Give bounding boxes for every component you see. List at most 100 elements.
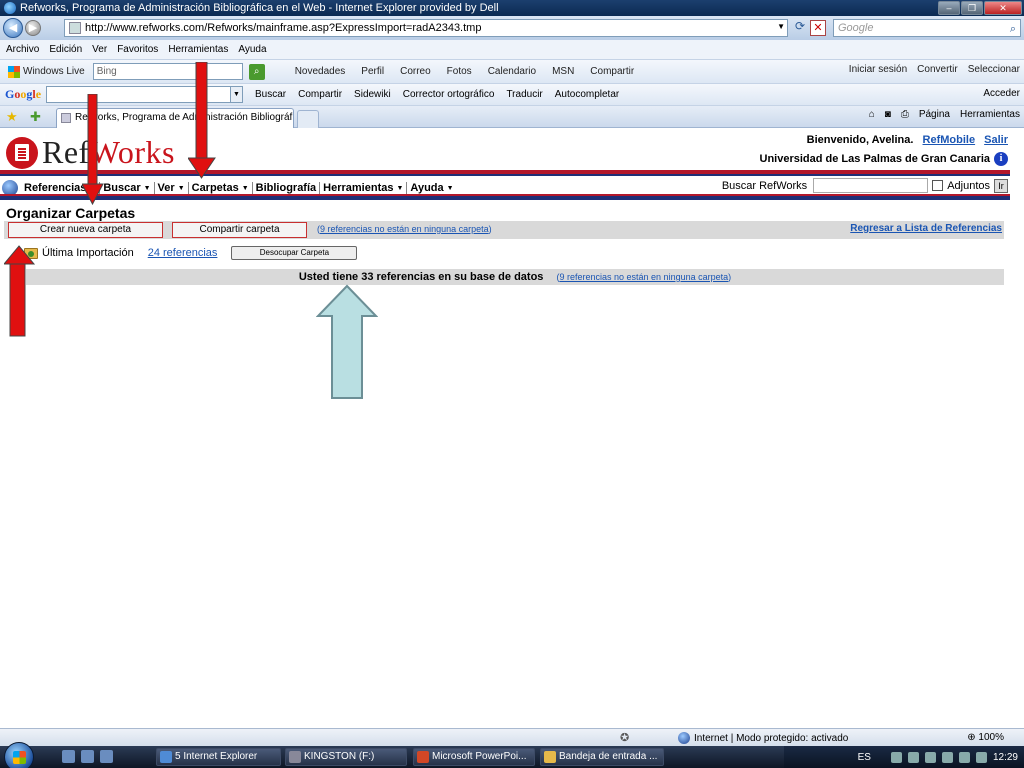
menu-favoritos[interactable]: Favoritos [117, 44, 158, 55]
empty-folder-button[interactable]: Desocupar Carpeta [231, 246, 358, 260]
address-bar[interactable]: http://www.refworks.com/Refworks/mainfra… [64, 19, 788, 37]
address-url: http://www.refworks.com/Refworks/mainfra… [85, 22, 482, 34]
menu-ver[interactable]: Ver [92, 44, 107, 55]
google-compartir[interactable]: Compartir [298, 89, 342, 100]
google-sidewiki[interactable]: Sidewiki [354, 89, 391, 100]
task-powerpoint[interactable]: Microsoft PowerPoi... [413, 748, 535, 766]
add-favorite-icon[interactable]: ✚ [30, 109, 41, 125]
wl-convertir[interactable]: Convertir [917, 64, 958, 75]
create-folder-button[interactable]: Crear nueva carpeta [8, 222, 163, 238]
folder-quicklaunch-icon[interactable] [100, 750, 113, 763]
tray-icon[interactable] [941, 751, 953, 763]
wl-fotos[interactable]: Fotos [447, 66, 472, 77]
cmd-herramientas[interactable]: Herramientas [960, 109, 1020, 120]
google-toolbar: Google ▼ Buscar Compartir Sidewiki Corre… [0, 84, 1024, 106]
menu-edicion[interactable]: Edición [49, 44, 82, 55]
language-indicator[interactable]: ES [858, 752, 871, 763]
refresh-icon[interactable]: ⟳ [790, 19, 810, 37]
bing-search-input[interactable]: Bing [92, 63, 243, 80]
search-icon[interactable]: ⌕ [1010, 21, 1016, 37]
address-row: ◀ ▶ http://www.refworks.com/Refworks/mai… [0, 16, 1024, 40]
window-titlebar: Refworks, Programa de Administración Bib… [0, 0, 1024, 16]
security-zone[interactable]: Internet | Modo protegido: activado [678, 732, 848, 744]
google-dropdown-icon[interactable]: ▼ [231, 86, 244, 103]
nav-carpetas[interactable]: Carpetas ▼ [189, 182, 253, 194]
task-internet-explorer[interactable]: 5 Internet Explorer [156, 748, 281, 766]
tray-icon[interactable] [890, 751, 902, 763]
menu-ayuda[interactable]: Ayuda [238, 44, 266, 55]
folder-count-link[interactable]: 24 referencias [148, 247, 218, 259]
wl-compartir[interactable]: Compartir [590, 66, 634, 77]
menu-archivo[interactable]: Archivo [6, 44, 39, 55]
page-content: RefWorks Bienvenido, Avelina. RefMobile … [0, 62, 1024, 728]
menu-herramientas[interactable]: Herramientas [168, 44, 228, 55]
popup-blocker-icon[interactable]: ✪ [620, 731, 632, 744]
summary-unfiled-link[interactable]: (9 referencias no están en ninguna carpe… [556, 272, 731, 282]
go-button[interactable]: Ir [994, 178, 1008, 193]
google-buscar[interactable]: Buscar [255, 89, 286, 100]
ie-quicklaunch-icon[interactable] [81, 750, 94, 763]
ie-task-icon [160, 751, 172, 763]
feeds-icon[interactable]: ◙ [885, 109, 891, 120]
favorites-star-icon[interactable]: ★ [6, 109, 18, 125]
google-acceder[interactable]: Acceder [983, 88, 1020, 99]
stop-icon[interactable]: ✕ [810, 20, 826, 36]
wl-calendario[interactable]: Calendario [488, 66, 536, 77]
network-icon[interactable] [958, 751, 970, 763]
share-folder-button[interactable]: Compartir carpeta [172, 222, 307, 238]
volume-icon[interactable] [975, 751, 987, 763]
red-arrow-up-create-folder [4, 245, 36, 337]
windows-live-logo[interactable]: Windows Live [8, 65, 85, 78]
nav-herramientas[interactable]: Herramientas ▼ [320, 182, 408, 194]
cmd-pagina[interactable]: Página [919, 109, 950, 120]
logout-link[interactable]: Salir [984, 134, 1008, 146]
blue-arrow-up-summary [316, 284, 378, 399]
google-traducir[interactable]: Traducir [506, 89, 542, 100]
wl-iniciar-sesion[interactable]: Iniciar sesión [849, 64, 907, 75]
clock[interactable]: 12:29 [993, 752, 1018, 763]
attachments-checkbox[interactable] [932, 180, 944, 191]
minimize-button[interactable]: – [938, 1, 960, 15]
nav-buscar[interactable]: Buscar ▼ [100, 182, 155, 194]
maximize-button[interactable]: ❐ [961, 1, 983, 15]
tab-favicon-icon [61, 113, 71, 123]
task-kingston[interactable]: KINGSTON (F:) [285, 748, 407, 766]
home-icon[interactable]: ⌂ [869, 109, 875, 120]
back-to-references-link[interactable]: Regresar a Lista de Referencias [850, 223, 1002, 234]
close-button[interactable]: ✕ [984, 1, 1022, 15]
welcome-text: Bienvenido, Avelina. [806, 134, 914, 146]
wl-correo[interactable]: Correo [400, 66, 431, 77]
show-desktop-icon[interactable] [62, 750, 75, 763]
print-icon[interactable]: ⎙ [901, 109, 909, 120]
unfiled-references-link[interactable]: (9 referencias no están en ninguna carpe… [317, 224, 492, 234]
refmobile-link[interactable]: RefMobile [923, 134, 976, 146]
tray-icon[interactable] [924, 751, 936, 763]
nav-bibliografia[interactable]: Bibliografía [253, 182, 321, 194]
globe-icon[interactable] [2, 180, 18, 196]
google-corrector[interactable]: Corrector ortográfico [403, 89, 495, 100]
new-tab-button[interactable] [297, 110, 319, 128]
wl-novedades[interactable]: Novedades [295, 66, 346, 77]
folder-name[interactable]: Última Importación [42, 247, 134, 259]
browser-search-input[interactable]: Google ⌕ [833, 19, 1021, 37]
tray-icon[interactable] [907, 751, 919, 763]
info-icon[interactable]: i [994, 152, 1008, 166]
forward-button[interactable]: ▶ [25, 20, 41, 36]
windows-live-right: Iniciar sesión Convertir Seleccionar [849, 64, 1020, 75]
google-logo: Google [5, 87, 42, 101]
summary-text: Usted tiene 33 referencias en su base de… [298, 271, 544, 283]
refworks-search-input[interactable] [813, 178, 929, 193]
nav-ver[interactable]: Ver ▼ [155, 182, 189, 194]
zoom-level[interactable]: ⊕ 100% [967, 732, 1004, 743]
wl-msn[interactable]: MSN [552, 66, 574, 77]
start-button[interactable] [4, 742, 34, 768]
wl-seleccionar[interactable]: Seleccionar [968, 64, 1020, 75]
nav-ayuda[interactable]: Ayuda ▼ [407, 182, 456, 194]
google-autocompletar[interactable]: Autocompletar [555, 89, 619, 100]
wl-perfil[interactable]: Perfil [361, 66, 384, 77]
folder-row: Última Importación 24 referencias Desocu… [24, 246, 358, 260]
back-button[interactable]: ◀ [3, 18, 23, 38]
address-dropdown-icon[interactable]: ▼ [777, 22, 785, 31]
task-inbox[interactable]: Bandeja de entrada ... [540, 748, 664, 766]
bing-search-icon[interactable]: ⌕ [248, 63, 265, 80]
